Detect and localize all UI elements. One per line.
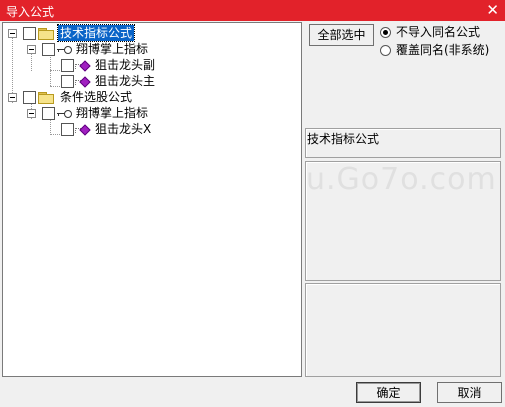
select-all-button[interactable]: 全部选中 [309, 24, 374, 46]
checkbox-item[interactable] [61, 59, 74, 72]
formula-gem-icon [75, 60, 91, 72]
category-text: 技术指标公式 [307, 132, 380, 146]
collapse-toggle[interactable] [8, 29, 17, 38]
tree-subgroup-label[interactable]: 翔博掌上指标 [76, 105, 148, 121]
collapse-toggle[interactable] [8, 93, 17, 102]
checkbox-item[interactable] [61, 123, 74, 136]
checkbox-subgroup-1[interactable] [42, 43, 55, 56]
tree-line [31, 54, 32, 71]
radio-overwrite-same-name[interactable] [380, 45, 391, 56]
checkbox-item[interactable] [61, 75, 74, 88]
tree-item-label[interactable]: 狙击龙头X [95, 121, 151, 137]
title-bar: 导入公式 ✕ [0, 0, 505, 21]
formula-tree[interactable]: 技术指标公式 翔博掌上指标 狙击龙头副 狙击龙头主 条件选股公式 翔博掌上指标 … [2, 22, 302, 377]
radio-overwrite-same-name-label[interactable]: 覆盖同名(非系统) [396, 43, 489, 57]
tree-group-condition-label[interactable]: 条件选股公式 [60, 89, 132, 105]
tree-line [50, 119, 51, 135]
formula-gem-icon [75, 76, 91, 88]
formula-key-icon [56, 46, 72, 54]
tree-item-label[interactable]: 狙击龙头主 [95, 73, 155, 89]
tree-subgroup-label[interactable]: 翔博掌上指标 [76, 41, 148, 57]
checkbox-subgroup-2[interactable] [42, 107, 55, 120]
formula-gem-icon [75, 124, 91, 136]
close-icon[interactable]: ✕ [486, 1, 499, 19]
cancel-button[interactable]: 取消 [437, 382, 502, 403]
window-title: 导入公式 [6, 5, 55, 19]
ok-button[interactable]: 确定 [356, 382, 421, 403]
tree-item-label[interactable]: 狙击龙头副 [95, 57, 155, 73]
folder-icon [38, 28, 54, 40]
checkbox-group-condition[interactable] [23, 91, 36, 104]
category-display: 技术指标公式 [305, 128, 501, 158]
radio-skip-same-name-label[interactable]: 不导入同名公式 [396, 25, 480, 39]
tree-group-technical-label[interactable]: 技术指标公式 [56, 24, 136, 42]
folder-icon [38, 92, 54, 104]
tree-line [50, 70, 60, 71]
formula-key-icon [56, 110, 72, 118]
checkbox-group-technical[interactable] [23, 27, 36, 40]
tree-line [50, 86, 60, 87]
tree-line [50, 134, 60, 135]
collapse-toggle[interactable] [27, 109, 36, 118]
radio-skip-same-name[interactable] [380, 27, 391, 38]
watermark-text: u.Go7o.com [306, 162, 497, 197]
collapse-toggle[interactable] [27, 45, 36, 54]
detail-panel [305, 283, 501, 377]
